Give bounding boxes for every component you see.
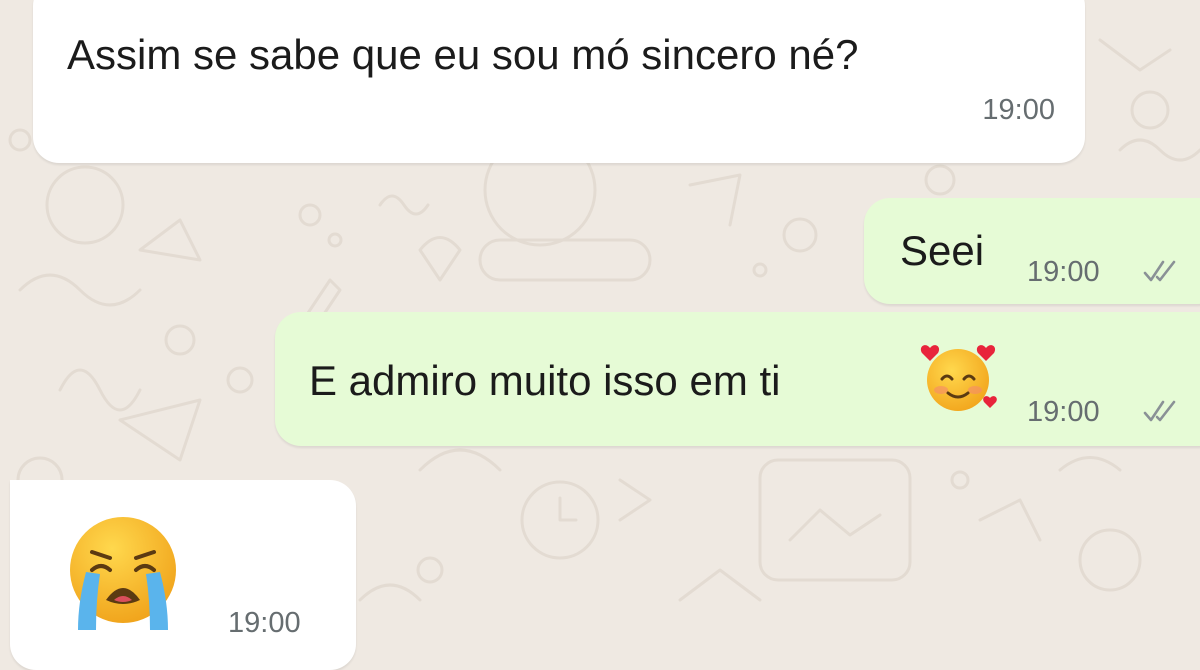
message-timestamp: 19:00 [982,94,1055,126]
message-timestamp: 19:00 [1027,396,1100,428]
message-timestamp: 19:00 [228,607,301,639]
double-check-read-icon [1143,400,1176,422]
outgoing-message-bubble[interactable]: E admiro muito isso em ti 19:00 [275,312,1200,446]
chat-conversation: Assim se sabe que eu sou mó sincero né? … [0,0,1200,670]
outgoing-message-bubble[interactable]: Seei 19:00 [864,198,1200,304]
message-timestamp: 19:00 [1027,256,1100,288]
incoming-message-bubble[interactable]: Assim se sabe que eu sou mó sincero né? … [33,0,1085,163]
smiling-face-with-hearts-emoji [920,345,997,411]
message-text: Seei [900,227,985,274]
message-text: Assim se sabe que eu sou mó sincero né? [67,31,859,78]
double-check-read-icon [1143,260,1176,282]
incoming-message-bubble[interactable]: 19:00 [10,480,356,670]
loudly-crying-face-emoji [70,517,176,630]
message-text: E admiro muito isso em ti [309,357,781,404]
